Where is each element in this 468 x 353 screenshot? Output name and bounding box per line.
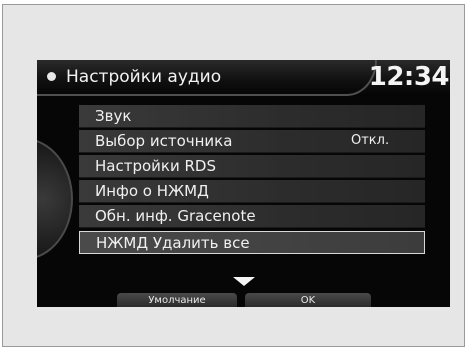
default-button[interactable]: Умолчание	[117, 293, 237, 307]
chevron-down-icon[interactable]	[233, 277, 255, 286]
menu-item-rds-settings[interactable]: Настройки RDS	[79, 155, 425, 178]
menu-item-sound[interactable]: Звук	[79, 105, 425, 128]
menu-item-label: Настройки RDS	[95, 157, 216, 175]
menu-item-source-select[interactable]: Выбор источника Откл.	[79, 130, 425, 153]
menu-item-label: Инфо о НЖМД	[95, 182, 209, 200]
menu-item-gracenote-update[interactable]: Обн. инф. Gracenote	[79, 205, 425, 228]
header-bar: Настройки аудио 12:34	[37, 60, 450, 96]
menu-item-value: Откл.	[351, 133, 390, 148]
audio-settings-screen: Настройки аудио 12:34 Звук Выбор источни…	[37, 60, 450, 307]
menu-item-label: Обн. инф. Gracenote	[95, 207, 256, 225]
dial-decoration	[37, 138, 73, 260]
page-frame: Настройки аудио 12:34 Звук Выбор источни…	[2, 4, 465, 347]
menu-item-hdd-delete-all[interactable]: НЖМД Удалить все	[79, 231, 425, 254]
clock: 12:34	[368, 62, 450, 92]
ok-button[interactable]: OK	[245, 293, 371, 307]
page-title: Настройки аудио	[66, 67, 222, 87]
menu-item-hdd-info[interactable]: Инфо о НЖМД	[79, 180, 425, 203]
bullet-icon	[47, 72, 56, 81]
menu-item-label: НЖМД Удалить все	[96, 234, 250, 252]
menu-item-label: Звук	[95, 107, 132, 125]
menu-item-label: Выбор источника	[95, 132, 233, 150]
